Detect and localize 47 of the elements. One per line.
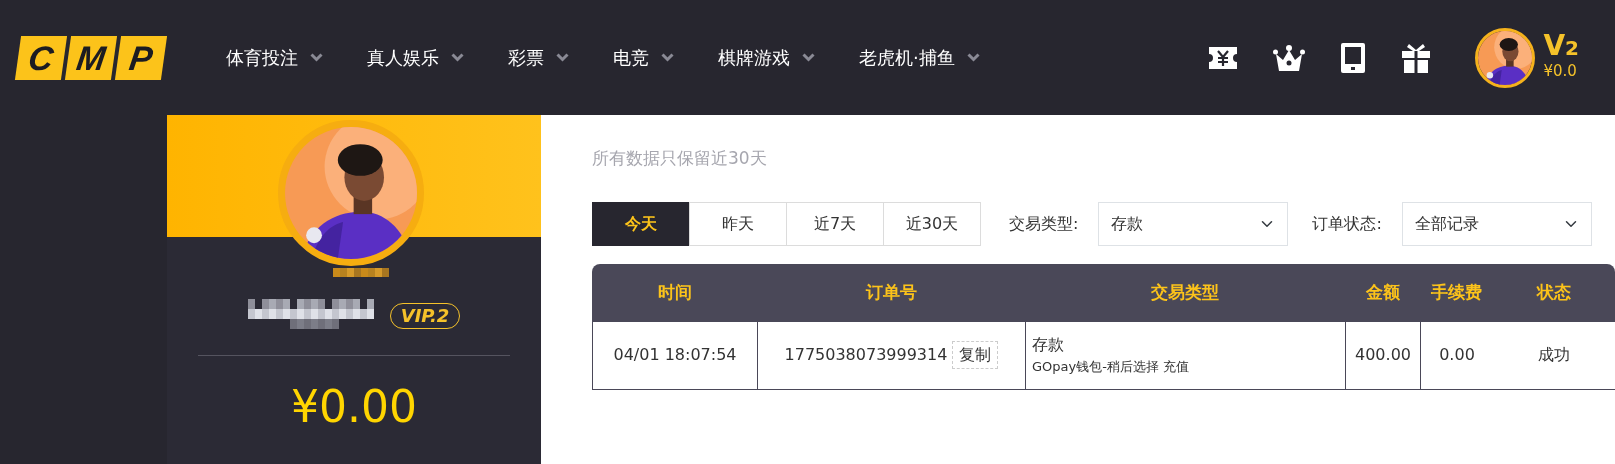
filter-label: 订单状态: bbox=[1312, 212, 1382, 235]
date-tab[interactable]: 近7天 bbox=[786, 201, 884, 246]
order-number: 1775038073999314 bbox=[784, 345, 948, 364]
nav-menu-item[interactable]: 老虎机·捕鱼 bbox=[859, 44, 980, 71]
transaction-type: 存款 bbox=[1032, 334, 1065, 357]
copy-button[interactable]: 复制 bbox=[952, 341, 999, 369]
blurred-text bbox=[333, 268, 389, 277]
select-field[interactable]: 存款 bbox=[1098, 201, 1289, 246]
column-header: 状态 bbox=[1493, 263, 1615, 322]
page-subtitle: 所有数据只保留近30天 bbox=[592, 147, 768, 170]
header-balance: ¥0.0 bbox=[1543, 61, 1578, 83]
select-field[interactable]: 全部记录 bbox=[1401, 201, 1592, 246]
column-header: 订单号 bbox=[757, 263, 1025, 322]
status-cell: 成功 bbox=[1493, 321, 1615, 390]
nav-menu-item[interactable]: 电竞 bbox=[613, 44, 674, 71]
nav-menu-item[interactable]: 棋牌游戏 bbox=[718, 44, 815, 71]
chevron-down-icon bbox=[802, 53, 815, 62]
filter-label: 交易类型: bbox=[1009, 212, 1079, 235]
table-cell: 04/01 18:07:54 bbox=[592, 321, 757, 390]
date-tab[interactable]: 昨天 bbox=[689, 201, 787, 246]
chevron-down-icon bbox=[556, 53, 569, 62]
table-cell: 0.00 bbox=[1420, 321, 1493, 390]
chevron-down-icon bbox=[310, 53, 323, 62]
date-tab[interactable]: 今天 bbox=[592, 201, 690, 246]
date-tab[interactable]: 近30天 bbox=[883, 201, 981, 246]
chevron-down-icon bbox=[966, 53, 980, 62]
account-balance: ¥0.00 bbox=[290, 380, 418, 434]
user-avatar[interactable] bbox=[1475, 27, 1536, 88]
column-header: 交易类型 bbox=[1025, 263, 1345, 322]
column-header: 金额 bbox=[1345, 263, 1420, 322]
column-header: 时间 bbox=[592, 263, 757, 322]
logo-letter[interactable]: M bbox=[64, 35, 118, 80]
level-label: V2 bbox=[1543, 32, 1579, 61]
column-header: 手续费 bbox=[1420, 263, 1493, 322]
chevron-down-icon bbox=[661, 53, 674, 62]
ticket-icon[interactable] bbox=[1209, 46, 1238, 69]
gift-icon[interactable] bbox=[1401, 42, 1432, 73]
chevron-down-icon bbox=[451, 53, 464, 62]
tablet-icon[interactable] bbox=[1341, 42, 1366, 73]
nav-menu-item[interactable]: 真人娱乐 bbox=[367, 44, 464, 71]
nav-menu-item[interactable]: 体育投注 bbox=[226, 44, 323, 71]
crown-icon[interactable] bbox=[1273, 44, 1306, 71]
nav-menu-item[interactable]: 彩票 bbox=[508, 44, 569, 71]
table-cell: 400.00 bbox=[1345, 321, 1420, 390]
logo-letter[interactable]: C bbox=[14, 35, 68, 80]
logo-letter[interactable]: P bbox=[114, 35, 168, 80]
transaction-detail: GOpay钱包-稍后选择 充值 bbox=[1032, 358, 1191, 377]
